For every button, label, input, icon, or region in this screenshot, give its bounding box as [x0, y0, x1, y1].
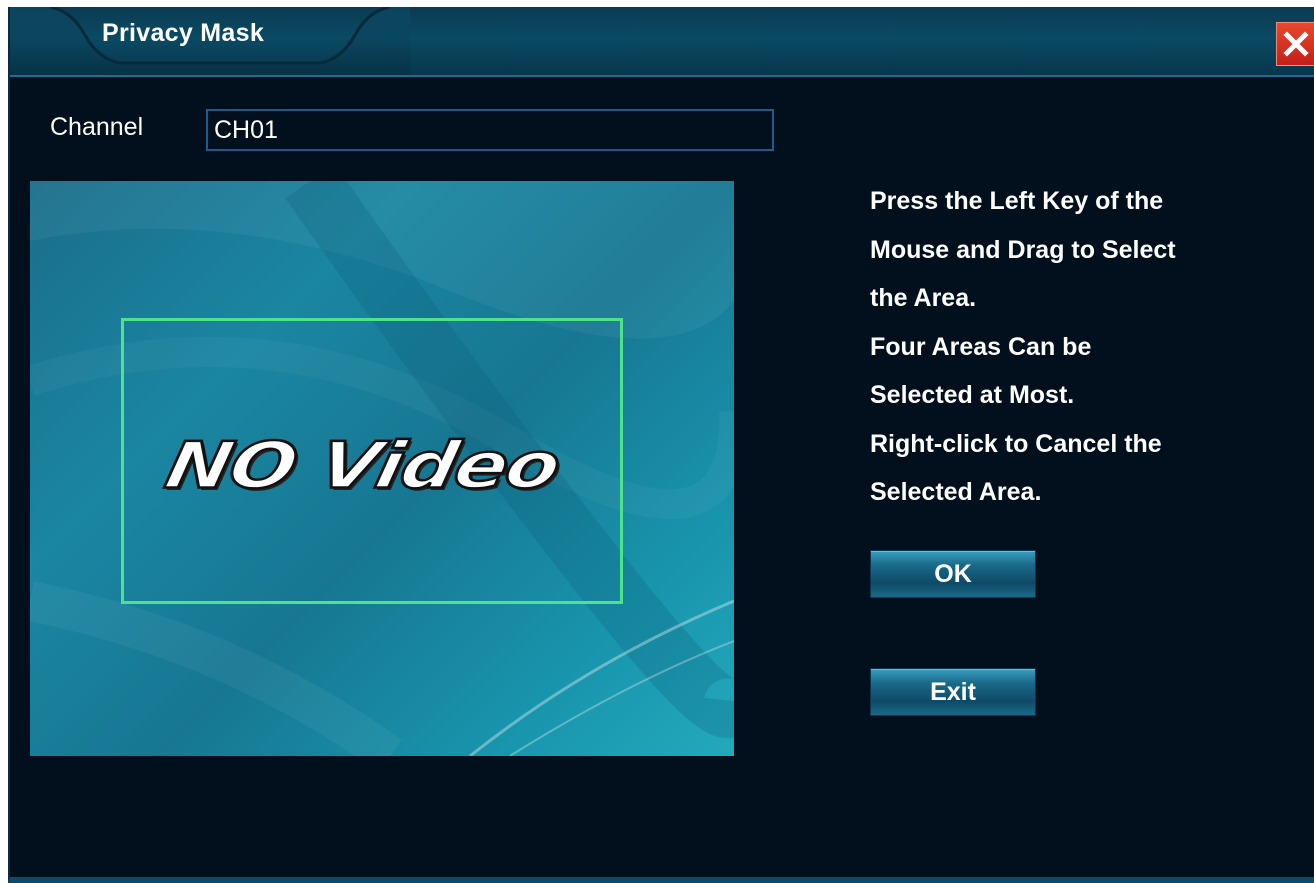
help-instructions: Press the Left Key of the Mouse and Drag… [870, 177, 1310, 517]
video-preview[interactable]: NO Video [30, 181, 734, 756]
help-line: Selected at Most. [870, 381, 1075, 409]
channel-select[interactable]: CH01 [206, 109, 774, 151]
close-icon [1283, 31, 1309, 57]
privacy-mask-window: Privacy Mask Channel CH01 NO Video Press… [8, 7, 1314, 883]
help-line: Right-click to Cancel the [870, 429, 1162, 458]
no-video-text: NO Video [157, 428, 566, 505]
close-button[interactable] [1276, 22, 1314, 66]
ok-button[interactable]: OK [870, 550, 1036, 598]
help-line: Mouse and Drag to Select [870, 235, 1176, 264]
exit-button[interactable]: Exit [870, 668, 1036, 716]
help-line: Selected Area. [870, 478, 1042, 506]
window-title: Privacy Mask [102, 19, 265, 47]
title-bar: Privacy Mask [10, 7, 1314, 77]
help-line: Four Areas Can be [870, 332, 1092, 361]
no-video-text-container: NO Video [30, 421, 714, 511]
help-line: Press the Left Key of the [870, 187, 1164, 215]
channel-label: Channel [50, 113, 144, 141]
help-line: the Area. [870, 284, 977, 312]
